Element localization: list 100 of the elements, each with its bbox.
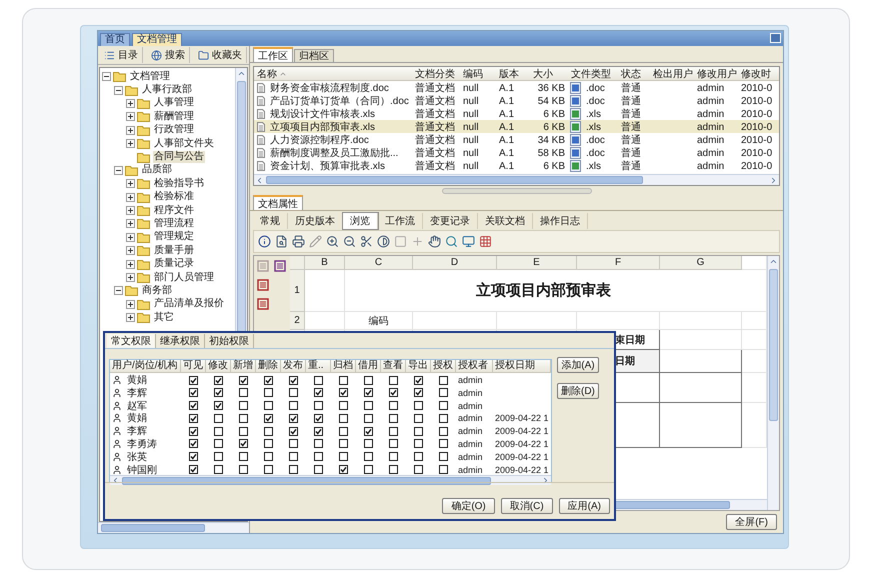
checkbox[interactable] (339, 401, 348, 410)
checkbox[interactable] (389, 439, 398, 448)
checkbox[interactable] (339, 439, 348, 448)
checkbox[interactable] (364, 426, 373, 436)
column-header[interactable]: 发布 (281, 360, 306, 372)
checkbox[interactable] (189, 376, 198, 384)
checkbox[interactable] (414, 465, 423, 474)
column-header[interactable]: 名称 (254, 67, 412, 81)
checkbox[interactable] (189, 452, 198, 462)
tree-item[interactable]: 薪酬管理 (153, 110, 195, 123)
scrollbar[interactable] (254, 174, 779, 185)
column-header[interactable]: 修改 (206, 360, 231, 372)
tree-item[interactable]: 其它 (153, 312, 175, 324)
tree-item[interactable]: 质量手册 (153, 244, 195, 257)
checkbox[interactable] (314, 401, 323, 410)
property-tab[interactable]: 常规 (253, 212, 288, 228)
checkbox[interactable] (339, 452, 348, 462)
contrast-icon[interactable] (377, 235, 390, 248)
tree-item[interactable]: 品质部 (141, 164, 173, 176)
file-row[interactable]: 财务资金审核流程制度.doc 普通文档 null A.1 36 KB .doc 普通 admin 2010-0 (254, 81, 779, 94)
checkbox[interactable] (364, 439, 373, 448)
printer-icon[interactable] (292, 235, 305, 248)
checkbox[interactable] (364, 414, 373, 423)
tree-item[interactable]: 行政管理 (153, 124, 195, 136)
checkbox[interactable] (414, 414, 423, 423)
checkbox[interactable] (439, 401, 448, 410)
column-header[interactable]: 修改时 (738, 67, 774, 81)
checkbox[interactable] (314, 452, 323, 462)
checkbox[interactable] (389, 376, 398, 384)
property-tab[interactable]: 操作日志 (533, 212, 588, 228)
expand-toggle-icon[interactable] (126, 112, 135, 122)
expand-toggle-icon[interactable] (126, 300, 135, 309)
checkbox[interactable] (214, 376, 223, 384)
checkbox[interactable] (189, 401, 198, 410)
checkbox[interactable] (389, 414, 398, 423)
checkbox[interactable] (364, 376, 373, 384)
tree-item[interactable]: 人事行政部 (141, 84, 193, 96)
checkbox[interactable] (389, 388, 398, 398)
checkbox[interactable] (264, 439, 273, 448)
file-row[interactable]: 薪酬制度调整及员工激励批... 普通文档 null A.1 58 KB .doc 普通 admin 2010-0 (254, 146, 779, 159)
dialog-button[interactable]: 应用(A) (558, 498, 610, 514)
checkbox[interactable] (414, 401, 423, 410)
collapse-toggle-icon[interactable] (114, 166, 123, 175)
tree-item[interactable]: 商务部 (141, 284, 173, 297)
file-row[interactable]: 资金计划、预算审批表.xls 普通文档 null A.1 6 KB .xls 普通 admin 2010-0 (254, 159, 779, 172)
column-header[interactable]: 编码 (460, 67, 496, 81)
checkbox[interactable] (239, 401, 248, 410)
checkbox[interactable] (414, 439, 423, 448)
checkbox[interactable] (364, 401, 373, 410)
tree-item[interactable]: 产品清单及报价 (153, 298, 225, 310)
column-header[interactable]: 删除 (256, 360, 281, 372)
checkbox[interactable] (264, 388, 273, 398)
checkbox[interactable] (214, 414, 223, 423)
file-row[interactable]: 立项项目内部预审表.xls 普通文档 null A.1 6 KB .xls 普通 admin 2010-0 (254, 120, 779, 133)
column-header[interactable]: 授权日期 (493, 360, 551, 372)
scroll-up-icon[interactable] (769, 257, 778, 266)
column-header[interactable]: 文件类型 (568, 67, 618, 81)
checkbox[interactable] (264, 401, 273, 410)
expand-toggle-icon[interactable] (126, 126, 135, 135)
restore-button[interactable] (770, 33, 781, 43)
checkbox[interactable] (439, 376, 448, 384)
property-tab[interactable]: 关联文档 (478, 212, 533, 228)
checkbox[interactable] (214, 388, 223, 398)
monitor-icon[interactable] (462, 235, 475, 248)
tree-item[interactable]: 合同与公告 (153, 151, 205, 164)
checkbox[interactable] (364, 452, 373, 462)
expand-toggle-icon[interactable] (126, 206, 135, 216)
checkbox[interactable] (339, 426, 348, 436)
checkbox[interactable] (189, 388, 198, 398)
checkbox[interactable] (314, 426, 323, 436)
checkbox[interactable] (339, 388, 348, 398)
tree-item[interactable]: 程序文件 (153, 204, 195, 217)
sidebar-tool-button[interactable]: 目录 (100, 47, 143, 63)
checkbox[interactable] (339, 465, 348, 474)
checkbox[interactable] (414, 452, 423, 462)
tree-item[interactable]: 质量记录 (153, 258, 195, 270)
checkbox[interactable] (414, 426, 423, 436)
column-header[interactable]: 版本 (496, 67, 530, 81)
checkbox[interactable] (314, 376, 323, 384)
scissors-icon[interactable] (360, 235, 373, 248)
window-tab[interactable]: 首页 (100, 33, 130, 46)
column-header[interactable]: 导出 (406, 360, 431, 372)
checkbox[interactable] (214, 465, 223, 474)
checkbox[interactable] (214, 426, 223, 436)
checkbox[interactable] (239, 465, 248, 474)
scroll-right-icon[interactable] (769, 176, 778, 184)
checkbox[interactable] (389, 465, 398, 474)
tree-item[interactable]: 人事部文件夹 (153, 138, 215, 150)
checkbox[interactable] (189, 426, 198, 436)
tree-item[interactable]: 部门人员管理 (153, 272, 215, 284)
checkbox[interactable] (239, 426, 248, 436)
checkbox[interactable] (289, 426, 298, 436)
sheet-tool-icon[interactable] (256, 278, 270, 292)
checkbox[interactable] (214, 401, 223, 410)
search-icon[interactable] (445, 235, 458, 248)
tree-item[interactable]: 检验标准 (153, 191, 195, 204)
checkbox[interactable] (239, 376, 248, 384)
file-row[interactable]: 产品订货单订货单（合同）.doc 普通文档 null A.1 54 KB .doc 普通 admin 2010-0 (254, 94, 779, 107)
checkbox[interactable] (189, 414, 198, 423)
column-header[interactable]: 授权者 (456, 360, 493, 372)
